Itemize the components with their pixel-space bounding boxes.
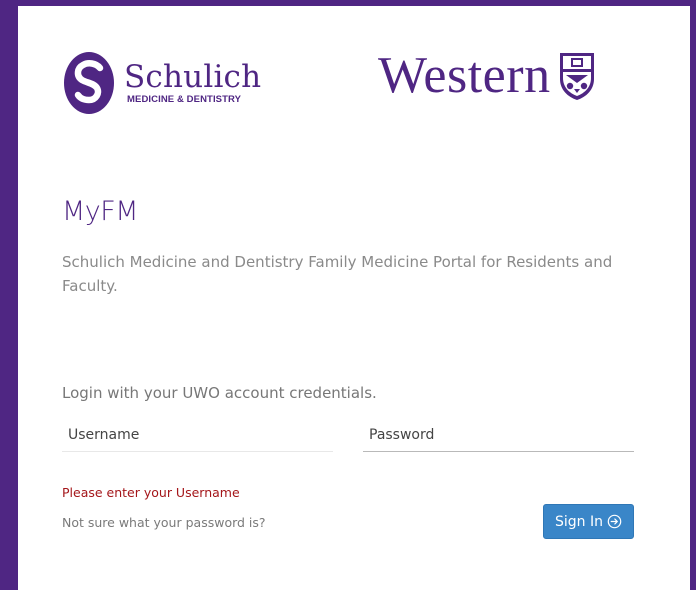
- schulich-s-logo-icon: [64, 52, 114, 114]
- login-card: Schulich MEDICINE & DENTISTRY Western My…: [18, 6, 690, 590]
- username-error-message: Please enter your Username: [62, 485, 240, 500]
- page-title: MyFM: [62, 196, 139, 227]
- sign-in-label: Sign In: [555, 513, 603, 530]
- western-crest-icon: [559, 53, 594, 100]
- arrow-circle-right-icon: [607, 514, 622, 529]
- schulich-name: Schulich: [124, 59, 262, 95]
- schulich-logo[interactable]: Schulich MEDICINE & DENTISTRY: [63, 50, 261, 116]
- password-input[interactable]: [363, 418, 634, 452]
- page-subtitle: Schulich Medicine and Dentistry Family M…: [62, 253, 613, 295]
- forgot-password-link[interactable]: Not sure what your password is?: [62, 515, 266, 530]
- schulich-subtitle: MEDICINE & DENTISTRY: [127, 94, 242, 105]
- login-hint: Login with your UWO account credentials.: [62, 384, 377, 402]
- sign-in-button[interactable]: Sign In: [543, 504, 634, 539]
- username-input[interactable]: [62, 418, 333, 452]
- western-name: Western: [378, 47, 551, 104]
- western-logo[interactable]: Western: [378, 50, 596, 102]
- schulich-wordmark: Schulich MEDICINE & DENTISTRY: [124, 61, 261, 105]
